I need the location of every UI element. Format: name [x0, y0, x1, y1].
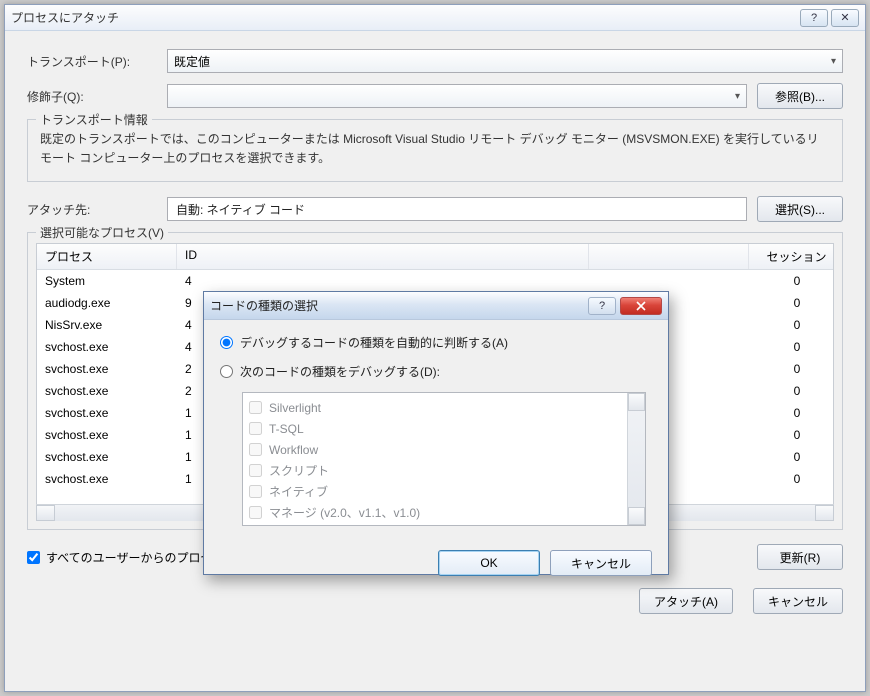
qualifier-label: 修飾子(Q): [27, 88, 167, 105]
radio-auto-detect[interactable]: デバッグするコードの種類を自動的に判断する(A) [220, 334, 652, 351]
cell-session: 0 [749, 296, 833, 310]
cell-process: svchost.exe [37, 472, 177, 486]
dialog-titlebar: コードの種類の選択 ? [204, 292, 668, 320]
qualifier-dropdown[interactable] [167, 84, 747, 108]
code-type-checkbox [249, 443, 262, 456]
cell-process: NisSrv.exe [37, 318, 177, 332]
cell-process: svchost.exe [37, 340, 177, 354]
attach-to-field: 自動: ネイティブ コード [167, 197, 747, 221]
code-type-label: Silverlight [269, 401, 321, 415]
window-title: プロセスにアタッチ [11, 9, 797, 26]
col-session[interactable]: セッション [749, 244, 833, 269]
col-id[interactable]: ID [177, 244, 589, 269]
cell-session: 0 [749, 362, 833, 376]
select-button[interactable]: 選択(S)... [757, 196, 843, 222]
code-type-list: Silverlight T-SQL Workflow スクリプトネイティブマネージ (… [243, 393, 627, 525]
radio-specific-input[interactable] [220, 365, 233, 378]
code-type-checkbox [249, 464, 262, 477]
radio-specific-types[interactable]: 次のコードの種類をデバッグする(D): [220, 363, 652, 380]
browse-button[interactable]: 参照(B)... [757, 83, 843, 109]
col-spacer [589, 244, 749, 269]
attach-to-label: アタッチ先: [27, 201, 167, 218]
radio-auto-input[interactable] [220, 336, 233, 349]
dialog-title: コードの種類の選択 [210, 297, 588, 314]
code-type-item: ネイティブ [249, 481, 621, 502]
cell-session: 0 [749, 318, 833, 332]
attach-button[interactable]: アタッチ(A) [639, 588, 733, 614]
dialog-close-icon[interactable] [620, 297, 662, 315]
cell-process: svchost.exe [37, 384, 177, 398]
cell-process: System [37, 274, 177, 288]
cell-process: svchost.exe [37, 450, 177, 464]
dialog-cancel-button[interactable]: キャンセル [550, 550, 652, 576]
transport-info-legend: トランスポート情報 [36, 111, 152, 128]
cell-process: svchost.exe [37, 362, 177, 376]
refresh-button[interactable]: 更新(R) [757, 544, 843, 570]
cell-session: 0 [749, 428, 833, 442]
code-type-label: ネイティブ [269, 483, 328, 500]
code-type-checkbox [249, 506, 262, 519]
cell-session: 0 [749, 384, 833, 398]
attach-to-value: 自動: ネイティブ コード [176, 201, 305, 218]
dialog-help-icon[interactable]: ? [588, 297, 616, 315]
code-type-item: Silverlight [249, 397, 621, 418]
code-type-label: スクリプト [269, 462, 329, 479]
transport-label: トランスポート(P): [27, 53, 167, 70]
process-list-legend: 選択可能なプロセス(V) [36, 224, 168, 241]
code-type-checkbox [249, 401, 262, 414]
cell-session: 0 [749, 450, 833, 464]
radio-specific-label: 次のコードの種類をデバッグする(D): [240, 363, 440, 380]
cell-session: 0 [749, 340, 833, 354]
transport-info-fieldset: トランスポート情報 既定のトランスポートでは、このコンピューターまたは Micr… [27, 119, 843, 182]
close-icon[interactable]: ✕ [831, 9, 859, 27]
table-row[interactable]: System4 0 [37, 270, 833, 292]
attach-to-process-window: プロセスにアタッチ ? ✕ トランスポート(P): 既定値 修飾子(Q): 参照… [4, 4, 866, 692]
code-type-label: マネージ (v2.0、v1.1、v1.0) [269, 504, 420, 521]
code-type-item: マネージ (v2.0、v1.1、v1.0) [249, 502, 621, 523]
dialog-ok-button[interactable]: OK [438, 550, 540, 576]
code-type-item: T-SQL [249, 418, 621, 439]
transport-info-text: 既定のトランスポートでは、このコンピューターまたは Microsoft Visu… [40, 130, 830, 167]
code-type-item: Workflow [249, 439, 621, 460]
transport-dropdown[interactable]: 既定値 [167, 49, 843, 73]
radio-auto-label: デバッグするコードの種類を自動的に判断する(A) [240, 334, 508, 351]
code-type-label: Workflow [269, 443, 318, 457]
cancel-button[interactable]: キャンセル [753, 588, 843, 614]
code-type-listbox: Silverlight T-SQL Workflow スクリプトネイティブマネージ (… [242, 392, 646, 526]
cell-process: svchost.exe [37, 406, 177, 420]
code-type-label: T-SQL [269, 422, 304, 436]
code-type-checkbox [249, 485, 262, 498]
code-type-dialog: コードの種類の選択 ? デバッグするコードの種類を自動的に判断する(A) 次のコ… [203, 291, 669, 575]
window-titlebar: プロセスにアタッチ ? ✕ [5, 5, 865, 31]
cell-process: svchost.exe [37, 428, 177, 442]
transport-value: 既定値 [174, 53, 210, 70]
cell-session: 0 [749, 472, 833, 486]
cell-session: 0 [749, 406, 833, 420]
code-type-item: スクリプト [249, 460, 621, 481]
code-type-checkbox [249, 422, 262, 435]
help-icon[interactable]: ? [800, 9, 828, 27]
show-all-users-input[interactable] [27, 551, 40, 564]
process-list-header: プロセス ID セッション [37, 244, 833, 270]
cell-id: 4 [177, 274, 589, 288]
col-process[interactable]: プロセス [37, 244, 177, 269]
cell-session: 0 [749, 274, 833, 288]
code-type-scrollbar[interactable] [627, 393, 645, 525]
cell-process: audiodg.exe [37, 296, 177, 310]
